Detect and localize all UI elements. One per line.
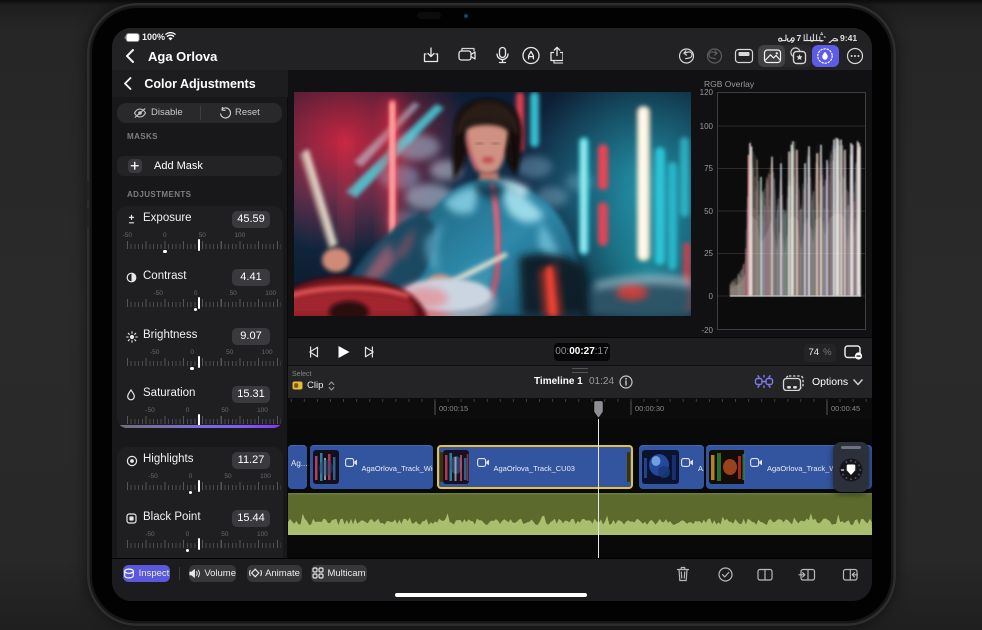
svg-text:7: 7 xyxy=(797,33,802,43)
svg-text:9:41: 9:41 xyxy=(840,33,857,43)
